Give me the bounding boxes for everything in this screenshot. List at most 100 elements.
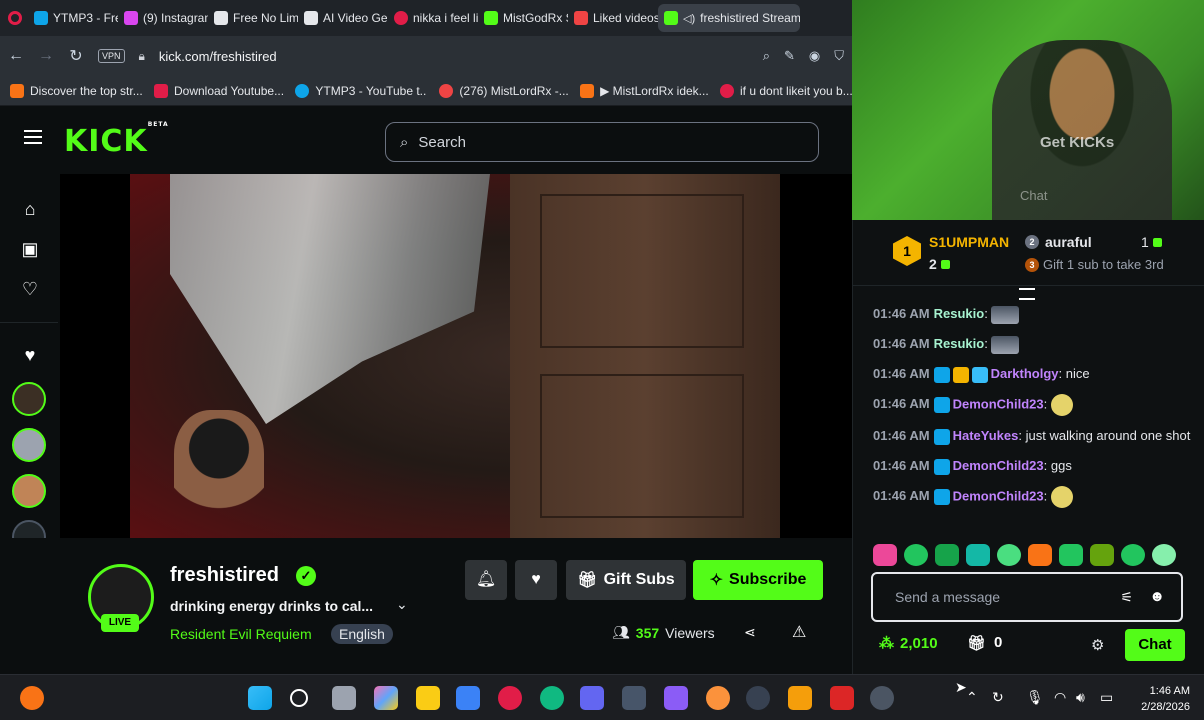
fl-studio-icon[interactable] <box>788 686 812 710</box>
pinned-collapse-icon[interactable] <box>1019 288 1035 300</box>
emote-icon[interactable] <box>935 544 959 566</box>
opera-gx-icon[interactable] <box>498 686 522 710</box>
microphone-icon[interactable]: 🎙︎ <box>1026 689 1044 706</box>
tab-free-no-limit[interactable]: Free No Limit <box>208 4 298 32</box>
task-view-icon[interactable] <box>332 686 356 710</box>
tab-mistgodrx[interactable]: MistGodRx St <box>478 4 568 32</box>
file-explorer-icon[interactable] <box>416 686 440 710</box>
camera-app-icon[interactable] <box>622 686 646 710</box>
tab-nikka[interactable]: nikka i feel li <box>388 4 478 32</box>
emote-icon[interactable] <box>904 544 928 566</box>
bookmark-item[interactable]: Discover the top str... <box>10 83 142 98</box>
bookmark-item[interactable]: if u dont likeit you b... <box>720 83 852 98</box>
chat-message-input[interactable]: Send a message ⚟ ☻ <box>871 572 1183 622</box>
app-icon[interactable] <box>830 686 854 710</box>
media-player-icon[interactable] <box>870 686 894 710</box>
bookmark-item[interactable]: Download Youtube... <box>154 83 283 98</box>
report-warning-icon[interactable]: ⚠ <box>792 622 806 642</box>
gift-count[interactable]: 🎁︎ 0 <box>967 634 1002 652</box>
send-chat-button[interactable]: Chat <box>1125 629 1185 661</box>
volume-icon[interactable]: 🔊︎ <box>1076 689 1085 706</box>
chat-username[interactable]: DemonChild23 <box>953 488 1044 503</box>
forward-icon[interactable]: → <box>38 47 54 65</box>
gift-to-take-third[interactable]: Gift 1 sub to take 3rd <box>1043 257 1164 272</box>
copilot-icon[interactable] <box>374 686 398 710</box>
edge-icon[interactable] <box>540 686 564 710</box>
menu-icon[interactable] <box>24 130 42 144</box>
follow-heart-button[interactable]: ♥ <box>515 560 557 600</box>
chat-settings-icon[interactable]: ⚙ <box>1091 636 1104 654</box>
windows-start-icon[interactable] <box>248 686 272 710</box>
emote-icon[interactable] <box>1028 544 1052 566</box>
wifi-icon[interactable]: ◠ <box>1054 689 1066 706</box>
stream-category[interactable]: Resident Evil Requiem <box>170 626 312 642</box>
chat-username[interactable]: Resukio <box>934 336 985 351</box>
emote-icon[interactable] <box>1059 544 1083 566</box>
chevron-up-icon[interactable]: ⌃ <box>966 689 978 706</box>
stream-video[interactable] <box>130 174 780 538</box>
followed-channel-avatar[interactable] <box>12 474 46 508</box>
edit-icon[interactable]: ✎ <box>784 48 795 64</box>
obs-icon[interactable] <box>746 686 770 710</box>
discord-icon[interactable] <box>580 686 604 710</box>
reload-icon[interactable]: ↻ <box>68 46 84 66</box>
search-input[interactable]: ⌕ Search <box>385 122 819 162</box>
speaker-icon[interactable]: ◁) <box>683 12 695 25</box>
system-clock[interactable]: 1:46 AM 2/28/2026 <box>1141 683 1190 715</box>
followed-channel-avatar[interactable] <box>12 382 46 416</box>
emote-icon[interactable] <box>966 544 990 566</box>
vpn-badge[interactable]: VPN <box>98 49 125 63</box>
browse-icon[interactable]: ▣ <box>19 238 41 260</box>
emote-icon[interactable] <box>1121 544 1145 566</box>
chevron-down-icon[interactable]: ⌄ <box>396 596 408 613</box>
browser-logo-icon[interactable] <box>8 11 22 25</box>
url-field[interactable]: kick.com/freshistired <box>159 49 749 64</box>
emote-icon[interactable] <box>873 544 897 566</box>
kick-logo[interactable]: KICKBETA <box>64 121 169 159</box>
chat-username[interactable]: DemonChild23 <box>953 396 1044 411</box>
emote-icon[interactable] <box>997 544 1021 566</box>
following-heart-icon[interactable]: ♡ <box>19 278 41 300</box>
chat-username[interactable]: Resukio <box>934 306 985 321</box>
bookmark-item[interactable]: (276) MistLordRx -... <box>439 83 568 98</box>
tab-freshistired[interactable]: ◁) freshistired Stream <box>658 4 800 32</box>
mail-icon[interactable] <box>456 686 480 710</box>
get-kicks-button[interactable]: Get KICKs <box>1040 134 1114 151</box>
chat-username[interactable]: HateYukes <box>953 428 1019 443</box>
language-tag[interactable]: English <box>331 624 393 644</box>
second-gifter-name[interactable]: auraful <box>1045 234 1092 250</box>
bookmark-item[interactable]: ▶ MistLordRx idek... <box>580 83 708 98</box>
sync-icon[interactable]: ↻ <box>992 689 1004 706</box>
emote-icon[interactable] <box>1152 544 1176 566</box>
notification-bell-button[interactable]: 🔔︎ <box>465 560 507 600</box>
tab-liked-videos[interactable]: Liked videos <box>568 4 658 32</box>
home-icon[interactable]: ⌂ <box>19 198 41 220</box>
top-gifter-name[interactable]: S1UMPMAN <box>929 234 1009 250</box>
share-icon[interactable]: ⋖ <box>744 624 756 641</box>
channel-points[interactable]: ⁂ 2,010 <box>879 634 938 653</box>
search-page-icon[interactable]: ⌕ <box>763 48 770 64</box>
shield-icon[interactable]: ⛉ <box>834 48 844 64</box>
battery-icon[interactable]: ▭ <box>1100 689 1113 706</box>
heart-icon[interactable]: ♥ <box>19 344 41 366</box>
translate-icon[interactable]: ⚟ <box>1120 589 1133 606</box>
tab-ytmp3[interactable]: YTMP3 - Free <box>28 4 118 32</box>
search-icon[interactable] <box>290 689 308 707</box>
tab-instagram[interactable]: (9) Instagram <box>118 4 208 32</box>
back-icon[interactable]: ← <box>8 47 24 65</box>
emoji-picker-icon[interactable]: ☻ <box>1149 588 1165 605</box>
chat-username[interactable]: DemonChild23 <box>953 458 1044 473</box>
app-icon[interactable] <box>706 686 730 710</box>
followed-channel-avatar[interactable] <box>12 428 46 462</box>
camera-icon[interactable]: ◉ <box>809 48 820 64</box>
video-player[interactable] <box>60 174 852 538</box>
tab-ai-video[interactable]: AI Video Gen <box>298 4 388 32</box>
bookmark-item[interactable]: YTMP3 - YouTube t... <box>295 83 427 98</box>
clipchamp-icon[interactable] <box>664 686 688 710</box>
subscribe-button[interactable]: ✧ Subscribe <box>693 560 823 600</box>
chat-username[interactable]: Darktholgy <box>991 366 1059 381</box>
gift-subs-button[interactable]: 🎁︎ Gift Subs <box>566 560 686 600</box>
weather-widget-icon[interactable] <box>20 686 44 710</box>
emote-icon[interactable] <box>1090 544 1114 566</box>
streamer-name[interactable]: freshistired <box>170 564 279 587</box>
